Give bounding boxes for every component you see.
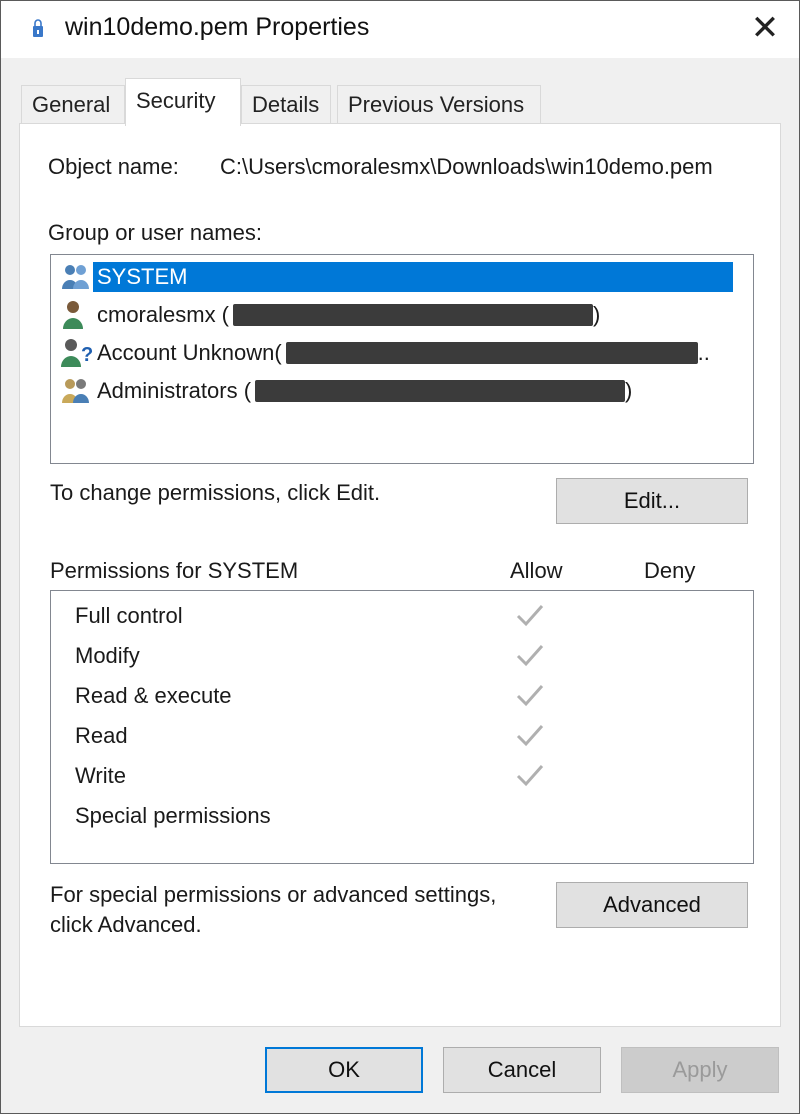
security-panel: Object name: C:\Users\cmoralesmx\Downloa…	[19, 123, 781, 1027]
permission-name: Write	[75, 763, 126, 788]
edit-button[interactable]: Edit...	[556, 478, 748, 524]
permission-row: Special permissions	[75, 799, 735, 835]
apply-button[interactable]: Apply	[621, 1047, 779, 1093]
advanced-hint-line1: For special permissions or advanced sett…	[50, 882, 497, 907]
permission-name: Special permissions	[75, 803, 271, 828]
object-name-value: C:\Users\cmoralesmx\Downloads\win10demo.…	[220, 154, 713, 179]
tab-details[interactable]: Details	[241, 85, 331, 125]
svg-text:?: ?	[81, 344, 93, 366]
tab-previous-versions[interactable]: Previous Versions	[337, 85, 541, 125]
principals-list[interactable]: SYSTEM cmoralesmx () ? Account Unknown(.…	[50, 254, 754, 464]
principal-name: SYSTEM	[93, 262, 733, 292]
permission-row: Modify	[75, 639, 735, 675]
allow-check-icon	[516, 685, 544, 707]
object-name-label: Object name:	[48, 154, 179, 179]
list-item-account-unknown[interactable]: ? Account Unknown(..	[59, 335, 710, 371]
title-bar[interactable]: win10demo.pem Properties ✕	[1, 1, 799, 58]
permission-name: Full control	[75, 603, 183, 628]
unknown-account-icon: ?	[61, 339, 93, 367]
tab-security[interactable]: Security	[125, 78, 241, 126]
close-button[interactable]: ✕	[739, 5, 791, 51]
permission-row: Full control	[75, 599, 735, 635]
group-users-icon	[62, 265, 89, 289]
change-hint: To change permissions, click Edit.	[50, 480, 381, 505]
advanced-hint-line2: click Advanced.	[50, 912, 202, 937]
deny-column-header: Deny	[644, 558, 696, 583]
principal-suffix: )	[625, 378, 633, 403]
ok-button[interactable]: OK	[265, 1047, 423, 1093]
user-icon	[63, 301, 83, 329]
tab-general[interactable]: General	[21, 85, 125, 125]
permission-row: Read	[75, 719, 735, 755]
window-title: win10demo.pem Properties	[65, 13, 370, 41]
list-item-system[interactable]: SYSTEM	[59, 259, 733, 295]
principal-name: cmoralesmx (	[97, 302, 230, 327]
principal-name: Administrators (	[97, 378, 252, 403]
allow-column-header: Allow	[510, 558, 563, 583]
allow-check-icon	[516, 605, 544, 627]
principal-suffix: )	[593, 302, 601, 327]
principal-name: Account Unknown(	[97, 340, 282, 365]
allow-check-icon	[516, 725, 544, 747]
permissions-list: Full control Modify Read & execute Read …	[50, 590, 754, 864]
redaction-bar	[255, 380, 626, 402]
permission-name: Read	[75, 723, 128, 748]
allow-check-icon	[516, 645, 544, 667]
permission-row: Read & execute	[75, 679, 735, 715]
advanced-button[interactable]: Advanced	[556, 882, 748, 928]
permission-row: Write	[75, 759, 735, 795]
lock-file-icon	[33, 19, 43, 37]
allow-check-icon	[516, 765, 544, 787]
group-label: Group or user names:	[48, 220, 262, 245]
list-item-cmoralesmx[interactable]: cmoralesmx ()	[59, 297, 600, 333]
close-icon: ✕	[750, 9, 780, 47]
redaction-bar	[285, 342, 698, 364]
permission-name: Modify	[75, 643, 140, 668]
permissions-header: Permissions for SYSTEM	[50, 558, 299, 583]
redaction-bar	[233, 304, 594, 326]
properties-dialog: win10demo.pem Properties ✕ General Secur…	[0, 0, 800, 1114]
principal-suffix: ..	[697, 340, 710, 365]
cancel-button[interactable]: Cancel	[443, 1047, 601, 1093]
admin-group-icon	[62, 379, 89, 403]
permission-name: Read & execute	[75, 683, 232, 708]
tab-strip: General Security Details Previous Versio…	[21, 78, 781, 126]
list-item-administrators[interactable]: Administrators ()	[59, 373, 632, 409]
